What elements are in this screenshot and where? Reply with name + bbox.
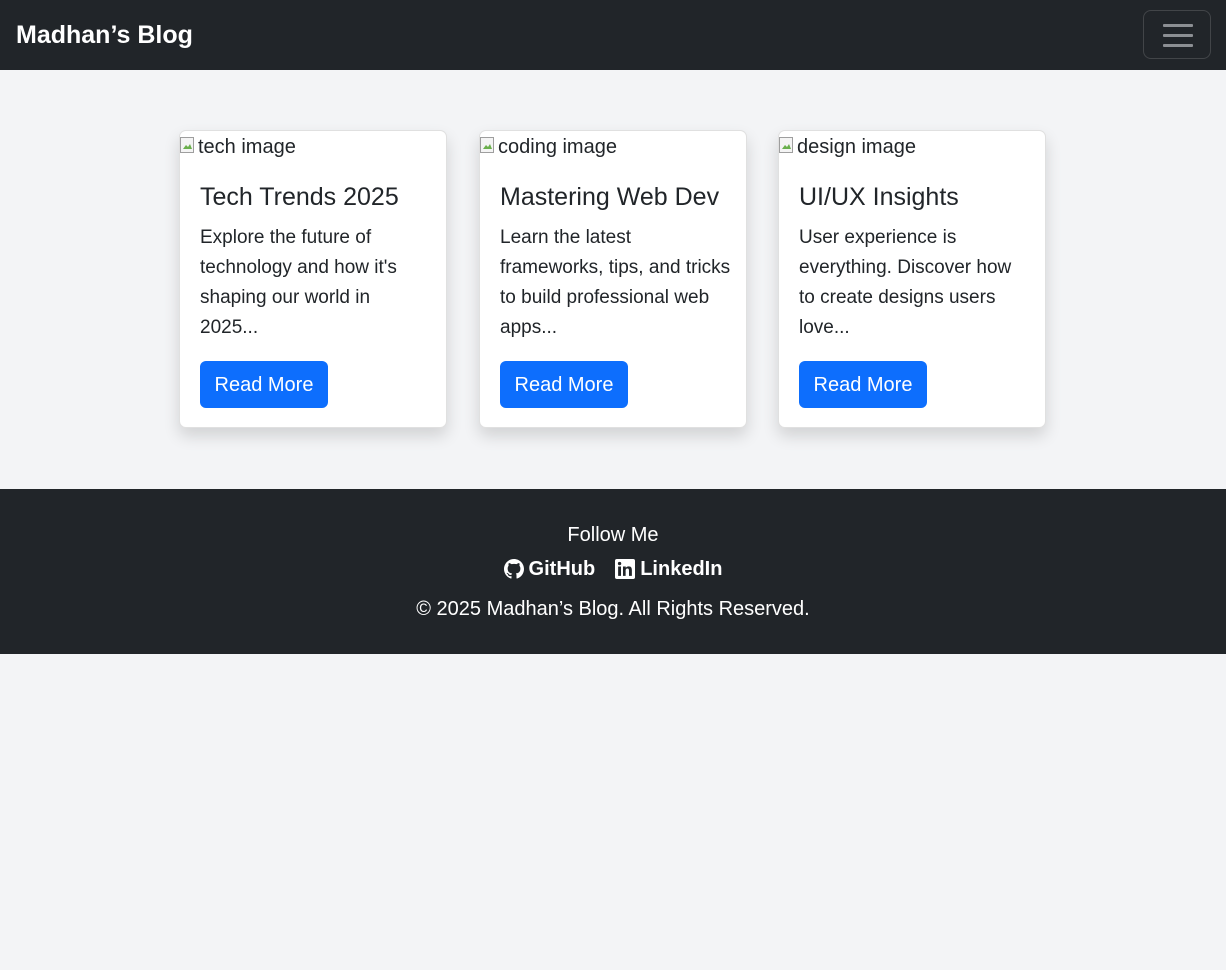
github-link[interactable]: GitHub xyxy=(503,556,596,582)
navbar-brand[interactable]: Madhan’s Blog xyxy=(16,19,193,51)
card-image-alt: tech image xyxy=(198,135,296,158)
blog-card: design image UI/UX Insights User experie… xyxy=(778,130,1046,428)
read-more-button[interactable]: Read More xyxy=(200,361,328,408)
navbar: Madhan’s Blog xyxy=(0,0,1226,70)
card-text: User experience is everything. Discover … xyxy=(799,227,1012,338)
card-title: Tech Trends 2025 xyxy=(200,183,399,211)
card-image-alt: coding image xyxy=(498,135,617,158)
card-title: UI/UX Insights xyxy=(799,183,959,211)
blog-card: coding image Mastering Web Dev Learn the… xyxy=(479,130,747,428)
broken-image-icon xyxy=(180,137,194,153)
card-image: coding image xyxy=(480,131,617,163)
footer: Follow Me GitHub LinkedIn © 2025 Madhan’… xyxy=(0,489,1226,654)
navbar-toggler-button[interactable] xyxy=(1143,10,1211,59)
social-links: GitHub LinkedIn xyxy=(0,556,1226,582)
blog-card: tech image Tech Trends 2025 Explore the … xyxy=(179,130,447,428)
card-title: Mastering Web Dev xyxy=(500,183,720,211)
broken-image-icon xyxy=(779,137,793,153)
follow-heading: Follow Me xyxy=(567,524,659,546)
card-image-alt: design image xyxy=(797,135,916,158)
read-more-button[interactable]: Read More xyxy=(500,361,628,408)
linkedin-link[interactable]: LinkedIn xyxy=(615,556,722,582)
linkedin-link-label: LinkedIn xyxy=(640,558,723,580)
github-icon xyxy=(503,559,524,579)
github-link-label: GitHub xyxy=(528,558,596,580)
card-text: Learn the latest frameworks, tips, and t… xyxy=(500,227,731,338)
broken-image-icon xyxy=(480,137,494,153)
card-image: tech image xyxy=(180,131,296,163)
copyright-text: © 2025 Madhan’s Blog. All Rights Reserve… xyxy=(416,598,810,620)
linkedin-icon xyxy=(615,559,636,579)
card-image: design image xyxy=(779,131,916,163)
read-more-button[interactable]: Read More xyxy=(799,361,927,408)
card-text: Explore the future of technology and how… xyxy=(200,227,397,338)
